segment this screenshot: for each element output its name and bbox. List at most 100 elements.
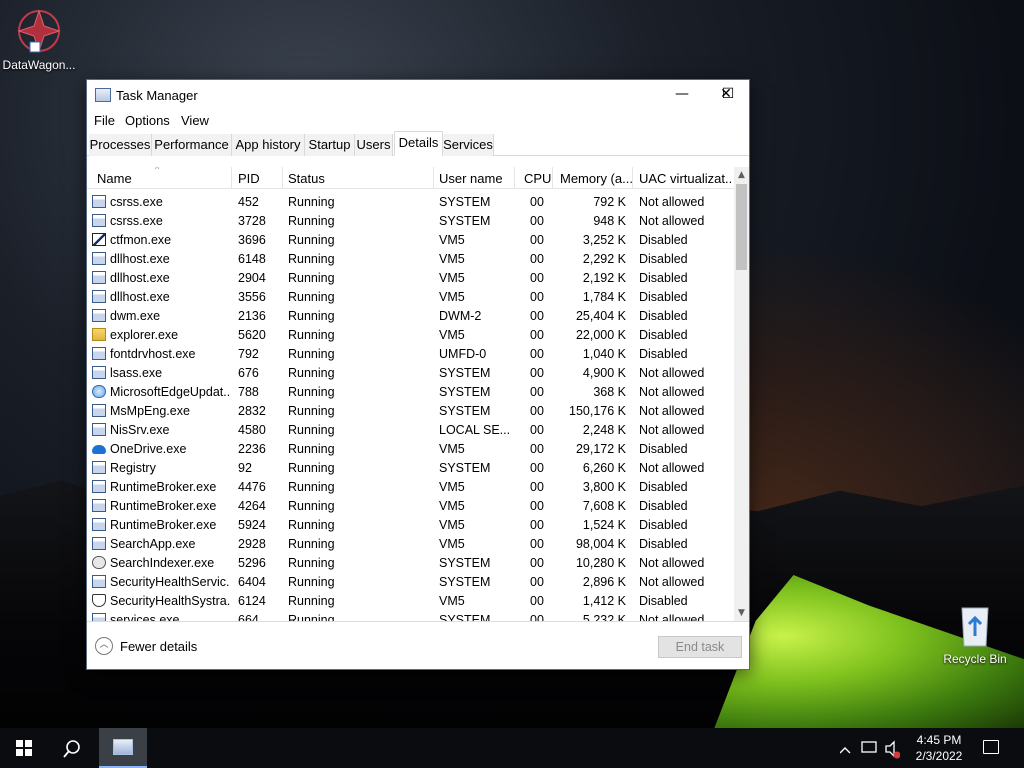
- column-header-uac-virtualization[interactable]: UAC virtualizat...: [639, 171, 731, 186]
- cell-pid: 92: [238, 461, 252, 475]
- cell-cpu: 00: [530, 499, 544, 513]
- cell-status: Running: [288, 442, 335, 456]
- cell-cpu: 00: [530, 290, 544, 304]
- table-row[interactable]: Registry 92 Running SYSTEM 00 6,260 K Not allo…: [87, 459, 734, 478]
- cell-name: SecurityHealthSystra...: [110, 594, 230, 608]
- menu-file[interactable]: File: [94, 113, 115, 128]
- table-row[interactable]: dllhost.exe 2904 Running VM5 00 2,192 K Disabl…: [87, 269, 734, 288]
- cell-uac-virtualization: Not allowed: [639, 385, 705, 399]
- tab-users[interactable]: Users: [355, 134, 393, 156]
- column-header-memory[interactable]: Memory (a...: [560, 171, 632, 186]
- cell-memory: 792 K: [593, 195, 626, 209]
- table-row[interactable]: NisSrv.exe 4580 Running LOCAL SE... 00 2,248 …: [87, 421, 734, 440]
- exe-icon: [92, 347, 106, 360]
- cell-uac-virtualization: Disabled: [639, 518, 688, 532]
- table-row[interactable]: services.exe 664 Running SYSTEM 00 5,232 K Not…: [87, 611, 734, 621]
- table-row[interactable]: SecurityHealthSystra... 6124 Running VM5 00 1…: [87, 592, 734, 611]
- search-icon[interactable]: [60, 737, 84, 761]
- footer-bar: ︿ Fewer details End task: [87, 621, 749, 669]
- cell-pid: 792: [238, 347, 259, 361]
- column-header-cpu[interactable]: CPU: [524, 171, 552, 186]
- cell-name: explorer.exe: [110, 328, 179, 342]
- table-row[interactable]: csrss.exe 452 Running SYSTEM 00 792 K Not allo…: [87, 193, 734, 212]
- column-header-pid[interactable]: PID: [238, 171, 278, 186]
- column-header-name[interactable]: Name: [97, 171, 227, 186]
- table-row[interactable]: SearchIndexer.exe 5296 Running SYSTEM 00 10,2…: [87, 554, 734, 573]
- menu-options[interactable]: Options: [125, 113, 170, 128]
- volume-icon: [885, 740, 895, 758]
- cell-memory: 4,900 K: [582, 366, 626, 380]
- scroll-up-icon[interactable]: ▲: [734, 167, 749, 183]
- title-bar[interactable]: Task Manager — ☐: [87, 80, 749, 110]
- cell-user-name: SYSTEM: [439, 195, 491, 209]
- column-header-status[interactable]: Status: [288, 171, 428, 186]
- table-row[interactable]: OneDrive.exe 2236 Running VM5 00 29,172 K Disa…: [87, 440, 734, 459]
- cell-cpu: 00: [530, 594, 544, 608]
- shield-icon: [92, 594, 106, 607]
- desktop-icon-recycle-bin[interactable]: Recycle Bin: [937, 602, 1013, 666]
- table-row[interactable]: lsass.exe 676 Running SYSTEM 00 4,900 K Not al…: [87, 364, 734, 383]
- cell-pid: 452: [238, 195, 259, 209]
- cell-memory: 150,176 K: [569, 404, 626, 418]
- table-row[interactable]: dwm.exe 2136 Running DWM-2 00 25,404 K Disable…: [87, 307, 734, 326]
- chevron-up-icon: [839, 747, 851, 754]
- notification-icon[interactable]: [983, 740, 999, 754]
- close-button[interactable]: ✕: [703, 80, 749, 110]
- cell-status: Running: [288, 252, 335, 266]
- desktop-icon-datawagon[interactable]: DataWagon...: [1, 8, 77, 72]
- exe-icon: [92, 366, 106, 379]
- start-button[interactable]: [16, 740, 32, 756]
- cell-name: MicrosoftEdgeUpdat...: [110, 385, 230, 399]
- tab-details[interactable]: Details: [394, 131, 443, 156]
- tab-app-history[interactable]: App history: [232, 134, 305, 156]
- tab-services[interactable]: Services: [443, 134, 494, 156]
- cell-status: Running: [288, 423, 335, 437]
- table-row[interactable]: RuntimeBroker.exe 5924 Running VM5 00 1,524 K…: [87, 516, 734, 535]
- scroll-down-icon[interactable]: ▼: [734, 605, 749, 621]
- scroll-thumb[interactable]: [736, 184, 747, 270]
- end-task-button[interactable]: End task: [658, 636, 742, 658]
- cell-memory: 22,000 K: [575, 328, 626, 342]
- table-row[interactable]: SearchApp.exe 2928 Running VM5 00 98,004 K Dis…: [87, 535, 734, 554]
- cell-status: Running: [288, 347, 335, 361]
- table-row[interactable]: MsMpEng.exe 2832 Running SYSTEM 00 150,176 K N…: [87, 402, 734, 421]
- table-row[interactable]: csrss.exe 3728 Running SYSTEM 00 948 K Not all…: [87, 212, 734, 231]
- cell-name: Registry: [110, 461, 156, 475]
- chevron-up-icon[interactable]: ︿: [95, 637, 113, 655]
- table-row[interactable]: MicrosoftEdgeUpdat... 788 Running SYSTEM 00 3…: [87, 383, 734, 402]
- cell-memory: 5,232 K: [582, 613, 626, 621]
- network-icon: [861, 741, 877, 753]
- cell-pid: 3728: [238, 214, 266, 228]
- cell-uac-virtualization: Disabled: [639, 537, 688, 551]
- taskbar-task-manager-button[interactable]: [99, 728, 147, 768]
- cell-cpu: 00: [530, 613, 544, 621]
- table-row[interactable]: ctfmon.exe 3696 Running VM5 00 3,252 K Disable…: [87, 231, 734, 250]
- cell-uac-virtualization: Disabled: [639, 347, 688, 361]
- table-row[interactable]: dllhost.exe 3556 Running VM5 00 1,784 K Disabl…: [87, 288, 734, 307]
- cell-status: Running: [288, 290, 335, 304]
- cell-pid: 2136: [238, 309, 266, 323]
- datawagon-icon: [16, 8, 62, 54]
- table-row[interactable]: SecurityHealthServic... 6404 Running SYSTEM…: [87, 573, 734, 592]
- cell-name: fontdrvhost.exe: [110, 347, 196, 361]
- clock[interactable]: 4:45 PM 2/3/2022: [900, 732, 978, 764]
- table-row[interactable]: dllhost.exe 6148 Running VM5 00 2,292 K Disabl…: [87, 250, 734, 269]
- menu-view[interactable]: View: [181, 113, 209, 128]
- table-row[interactable]: RuntimeBroker.exe 4264 Running VM5 00 7,608 K…: [87, 497, 734, 516]
- cell-pid: 664: [238, 613, 259, 621]
- cell-name: SearchApp.exe: [110, 537, 196, 551]
- table-row[interactable]: RuntimeBroker.exe 4476 Running VM5 00 3,800 K…: [87, 478, 734, 497]
- recycle-bin-icon: [952, 602, 998, 648]
- cell-cpu: 00: [530, 385, 544, 399]
- tab-startup[interactable]: Startup: [305, 134, 355, 156]
- fewer-details-link[interactable]: Fewer details: [120, 639, 197, 654]
- tab-processes[interactable]: Processes: [89, 134, 152, 156]
- vertical-scrollbar[interactable]: ▲ ▼: [734, 167, 749, 621]
- table-row[interactable]: fontdrvhost.exe 792 Running UMFD-0 00 1,040 K…: [87, 345, 734, 364]
- column-header-user-name[interactable]: User name: [439, 171, 509, 186]
- cell-memory: 1,040 K: [582, 347, 626, 361]
- cell-uac-virtualization: Not allowed: [639, 575, 705, 589]
- minimize-button[interactable]: —: [659, 80, 705, 110]
- table-row[interactable]: explorer.exe 5620 Running VM5 00 22,000 K Disa…: [87, 326, 734, 345]
- tab-performance[interactable]: Performance: [152, 134, 232, 156]
